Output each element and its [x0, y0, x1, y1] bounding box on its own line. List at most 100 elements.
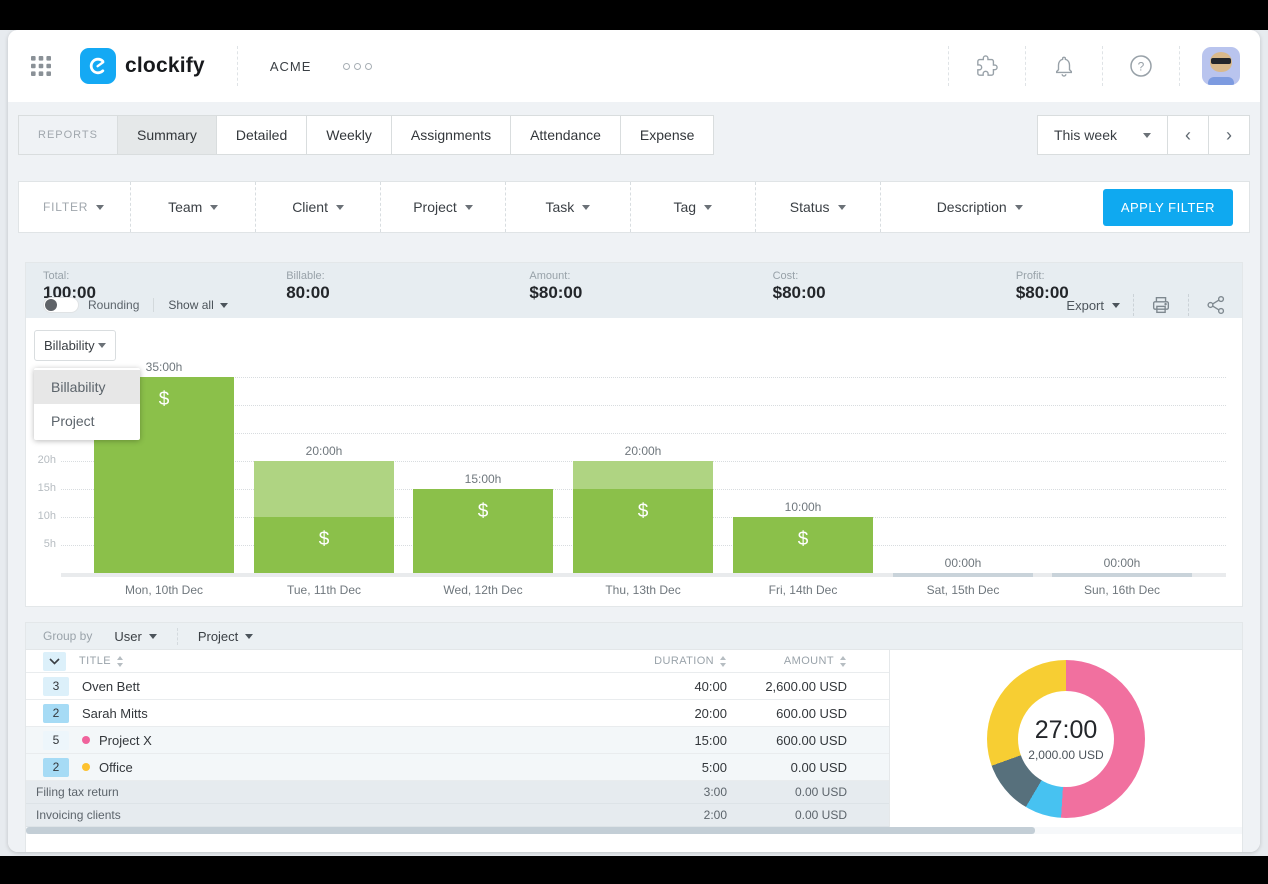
- amount-header-label: AMOUNT: [783, 655, 834, 667]
- scrollbar-thumb[interactable]: [26, 827, 1036, 834]
- x-axis-day-label: Mon, 10th Dec: [124, 583, 204, 597]
- bar-value-label: 15:00h: [464, 472, 502, 486]
- x-axis-day-label: Sun, 16th Dec: [1083, 583, 1161, 597]
- header-divider: [1179, 46, 1180, 86]
- row-amount: 2,600.00 USD: [765, 678, 847, 694]
- table-row[interactable]: 5 Project X 15:00 600.00 USD: [26, 727, 889, 754]
- donut-total-time: 27:00: [1034, 715, 1098, 744]
- column-header-title[interactable]: TITLE: [79, 655, 607, 667]
- share-icon[interactable]: [1202, 294, 1230, 316]
- user-avatar[interactable]: [1202, 47, 1240, 85]
- billable-dollar-icon: $: [797, 529, 809, 550]
- filter-label-dropdown[interactable]: FILTER: [19, 182, 130, 232]
- group-by-user-dropdown[interactable]: User: [114, 629, 157, 644]
- row-title-cell: 2 Sarah Mitts: [43, 703, 607, 723]
- tab-assignments[interactable]: Assignments: [390, 116, 511, 154]
- divider: [1188, 294, 1189, 316]
- menu-option-billability[interactable]: Billability: [34, 370, 140, 404]
- show-all-dropdown[interactable]: Show all: [168, 298, 228, 312]
- workspace-name[interactable]: ACME: [262, 59, 320, 74]
- filter-status[interactable]: Status: [754, 182, 880, 232]
- horizontal-scrollbar: [26, 827, 1242, 834]
- time-breakdown-donut-chart: 27:00 2,000.00 USD: [987, 659, 1145, 818]
- entry-count-badge[interactable]: 2: [43, 757, 69, 777]
- header-divider: [236, 46, 238, 86]
- tab-detailed[interactable]: Detailed: [215, 116, 307, 154]
- tab-expense[interactable]: Expense: [619, 116, 714, 154]
- caret-down-icon: [335, 204, 344, 210]
- x-axis-day-label: Wed, 12th Dec: [443, 583, 523, 597]
- filter-team-label: Team: [168, 199, 203, 215]
- donut-center: 27:00 2,000.00 USD: [1018, 690, 1114, 787]
- zero-hours-bar[interactable]: [893, 573, 1033, 577]
- page-content: REPORTS Summary Detailed Weekly Assignme…: [8, 102, 1260, 852]
- filter-team[interactable]: Team: [130, 182, 255, 232]
- table-row[interactable]: Filing tax return 3:00 0.00 USD: [26, 781, 889, 804]
- tab-summary[interactable]: Summary: [116, 116, 216, 154]
- entry-count-badge[interactable]: 2: [43, 703, 69, 723]
- row-amount: 0.00 USD: [794, 785, 847, 799]
- filter-project-label: Project: [413, 199, 457, 215]
- reports-tabs: REPORTS Summary Detailed Weekly Assignme…: [18, 115, 715, 155]
- table-row[interactable]: 3 Oven Bett 40:00 2,600.00 USD: [26, 673, 889, 700]
- caret-down-icon: [704, 204, 713, 210]
- date-range-dropdown[interactable]: This week: [1038, 116, 1167, 154]
- table-row[interactable]: Invoicing clients 2:00 0.00 USD: [26, 804, 889, 827]
- table-row[interactable]: 2 Office 5:00 0.00 USD: [26, 754, 889, 781]
- column-header-amount[interactable]: AMOUNT: [727, 655, 847, 667]
- chart-type-dropdown[interactable]: Billability: [34, 330, 116, 361]
- next-week-button[interactable]: ›: [1208, 116, 1249, 154]
- collapse-all-chevron-icon[interactable]: [43, 651, 66, 671]
- entry-count-badge[interactable]: 5: [43, 730, 69, 750]
- divider: [176, 627, 178, 645]
- apply-filter-button[interactable]: APPLY FILTER: [1102, 188, 1233, 226]
- header-right: ?: [938, 46, 1244, 86]
- group-by-bar: Group by User Project: [26, 623, 1242, 650]
- filter-tag[interactable]: Tag: [629, 182, 755, 232]
- help-icon[interactable]: ?: [1113, 46, 1169, 86]
- row-duration: 5:00: [701, 759, 727, 775]
- rounding-toggle[interactable]: [43, 297, 79, 313]
- stat-label: Total:: [43, 270, 70, 282]
- svg-text:?: ?: [1138, 60, 1145, 74]
- clockify-logo[interactable]: clockify: [72, 48, 213, 84]
- bar-value-label: 20:00h: [305, 444, 343, 458]
- billable-dollar-icon: $: [637, 501, 649, 522]
- filter-project[interactable]: Project: [380, 182, 505, 232]
- group-by-project-dropdown[interactable]: Project: [198, 629, 254, 644]
- workspace-more-icon[interactable]: [343, 62, 373, 70]
- entry-count-badge[interactable]: 3: [43, 676, 69, 696]
- non-billable-bar-segment[interactable]: [573, 461, 713, 489]
- integrations-puzzle-icon[interactable]: [959, 46, 1015, 86]
- x-axis-day-label: Fri, 14th Dec: [768, 583, 838, 597]
- billability-bar-chart: Billability Billability Project 5h 10h 15h…: [26, 318, 1242, 606]
- menu-option-project[interactable]: Project: [34, 404, 140, 438]
- prev-week-button[interactable]: ‹: [1167, 116, 1208, 154]
- filter-task[interactable]: Task: [504, 182, 630, 232]
- header-left: clockify ACME: [24, 46, 373, 86]
- tab-weekly[interactable]: Weekly: [306, 116, 391, 154]
- y-axis-tick-label: 15h: [37, 482, 56, 494]
- row-duration: 15:00: [694, 732, 727, 748]
- non-billable-bar-segment[interactable]: [254, 461, 394, 517]
- row-amount: 600.00 USD: [776, 705, 847, 721]
- table-row[interactable]: 2 Sarah Mitts 20:00 600.00 USD: [26, 700, 889, 727]
- print-icon[interactable]: [1147, 294, 1175, 316]
- row-title: Invoicing clients: [36, 808, 121, 822]
- date-range-nav: This week ‹ ›: [1036, 115, 1250, 155]
- chart-type-value: Billability: [44, 338, 95, 353]
- filter-client[interactable]: Client: [255, 182, 380, 232]
- filter-task-label: Task: [545, 199, 575, 215]
- stat-label: Amount:: [529, 270, 571, 282]
- export-dropdown[interactable]: Export: [1066, 298, 1120, 313]
- row-duration: 40:00: [694, 678, 727, 694]
- apps-grid-icon[interactable]: [24, 49, 58, 83]
- notifications-bell-icon[interactable]: [1036, 46, 1092, 86]
- zero-hours-bar[interactable]: [1052, 573, 1192, 577]
- header-divider: [1025, 46, 1026, 86]
- card-bottom-padding: [26, 834, 1242, 852]
- tab-attendance[interactable]: Attendance: [510, 116, 620, 154]
- column-header-duration[interactable]: DURATION: [607, 655, 727, 667]
- filter-description[interactable]: Description: [879, 182, 1079, 232]
- y-axis-tick-label: 5h: [43, 538, 56, 550]
